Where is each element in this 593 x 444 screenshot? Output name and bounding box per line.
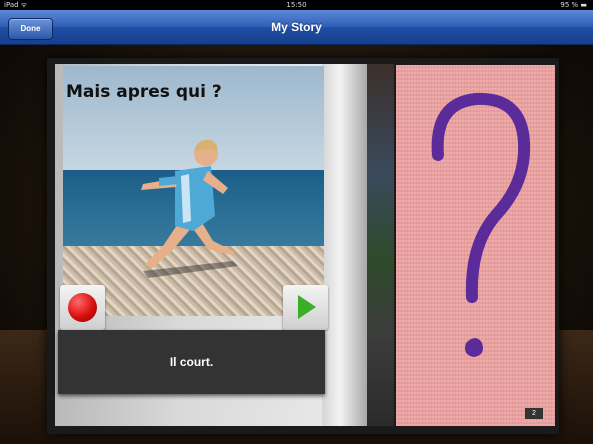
done-button[interactable]: Done — [8, 18, 53, 40]
page-heading: Mais apres qui ? — [66, 82, 222, 102]
navigation-bar: My Story Done — [0, 10, 593, 45]
book-spine — [367, 64, 394, 426]
status-bar: iPad ᯤ 15:50 95 % ▬ — [0, 0, 593, 10]
status-time: 15:50 — [286, 1, 307, 9]
story-photo — [63, 66, 324, 316]
record-icon — [68, 293, 97, 322]
question-mark-icon — [431, 92, 531, 357]
caption-panel: Il court. — [58, 330, 325, 394]
play-button[interactable] — [283, 285, 328, 330]
battery-indicator: 95 % ▬ — [560, 1, 587, 9]
running-child-figure — [141, 139, 238, 278]
caption-text: Il court. — [169, 355, 214, 369]
page-title: My Story — [271, 20, 322, 34]
page-edge — [322, 64, 367, 426]
page-number-badge: 2 — [525, 408, 543, 419]
play-icon — [298, 295, 316, 319]
record-button[interactable] — [60, 285, 105, 330]
